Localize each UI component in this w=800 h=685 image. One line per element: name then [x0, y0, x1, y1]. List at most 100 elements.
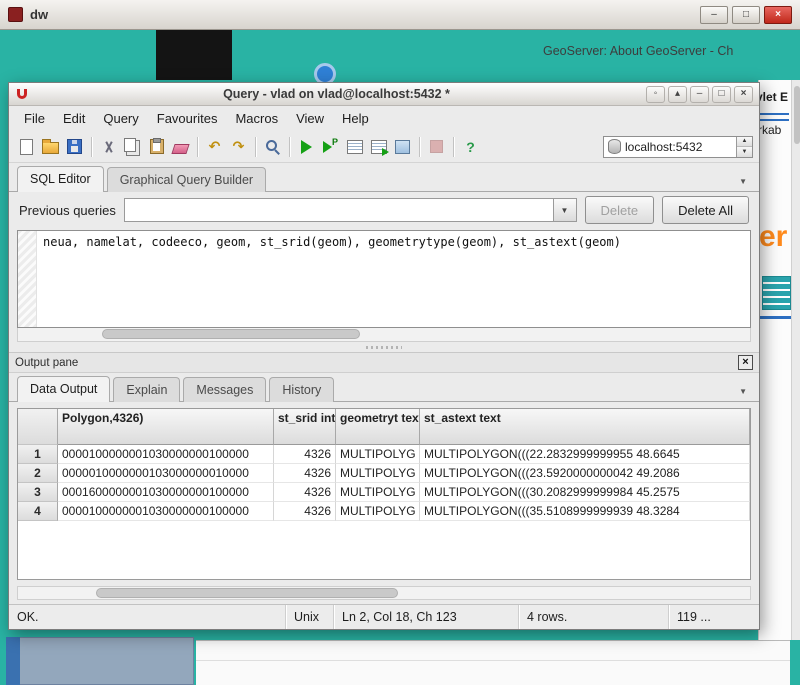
- save-icon[interactable]: [63, 135, 86, 158]
- cell-st-srid[interactable]: 4326: [274, 483, 336, 502]
- previous-queries-combo[interactable]: [124, 198, 577, 222]
- previous-queries-input[interactable]: [125, 199, 553, 221]
- scrollbar-thumb[interactable]: [102, 329, 360, 339]
- redo-icon[interactable]: [227, 135, 250, 158]
- cell-st-srid[interactable]: 4326: [274, 464, 336, 483]
- clear-window-icon[interactable]: [169, 135, 192, 158]
- shade-icon[interactable]: [668, 86, 687, 103]
- chevron-down-icon[interactable]: [739, 172, 747, 187]
- status-cursor-position: Ln 2, Col 18, Ch 123: [334, 605, 519, 629]
- grid-horizontal-scrollbar[interactable]: [17, 586, 751, 600]
- browser-vertical-scrollbar[interactable]: [791, 80, 800, 640]
- macros-icon[interactable]: [391, 135, 414, 158]
- paste-icon[interactable]: [145, 135, 168, 158]
- dw-window-titlebar[interactable]: dw: [0, 0, 800, 30]
- cell-geom[interactable]: 0000100000001030000000100000: [58, 502, 274, 521]
- tab-graphical-query-builder[interactable]: Graphical Query Builder: [107, 167, 266, 192]
- find-icon[interactable]: [261, 135, 284, 158]
- close-icon[interactable]: [764, 6, 792, 24]
- help-icon[interactable]: [459, 135, 482, 158]
- browser-heading-fragment: er: [759, 220, 787, 254]
- row-number[interactable]: 1: [18, 445, 58, 464]
- table-row[interactable]: 2 0000010000000103000000010000 4326 MULT…: [18, 464, 750, 483]
- pane-splitter[interactable]: [9, 342, 759, 352]
- undo-icon[interactable]: [203, 135, 226, 158]
- pin-icon[interactable]: [646, 86, 665, 103]
- cell-geom[interactable]: 0001600000001030000000100000: [58, 483, 274, 502]
- cell-geometrytype[interactable]: MULTIPOLYG: [336, 502, 420, 521]
- scrollbar-thumb[interactable]: [96, 588, 398, 598]
- menu-edit[interactable]: Edit: [54, 108, 94, 129]
- row-number[interactable]: 3: [18, 483, 58, 502]
- chevron-down-icon[interactable]: [553, 199, 576, 221]
- explain-analyze-icon[interactable]: [367, 135, 390, 158]
- grid-header-corner[interactable]: [18, 409, 58, 445]
- spin-down-icon[interactable]: [737, 147, 752, 157]
- menu-favourites[interactable]: Favourites: [148, 108, 227, 129]
- editor-horizontal-scrollbar[interactable]: [17, 328, 751, 342]
- open-file-icon[interactable]: [39, 135, 62, 158]
- menu-macros[interactable]: Macros: [226, 108, 287, 129]
- connection-combo[interactable]: localhost:5432: [603, 136, 753, 158]
- cell-st-astext[interactable]: MULTIPOLYGON(((30.2082999999984 45.2575: [420, 483, 750, 502]
- editor-fold-margin: [18, 231, 37, 327]
- tab-explain[interactable]: Explain: [113, 377, 180, 402]
- execute-query-icon[interactable]: [295, 135, 318, 158]
- cell-st-srid[interactable]: 4326: [274, 502, 336, 521]
- cell-geometrytype[interactable]: MULTIPOLYG: [336, 445, 420, 464]
- browser-text-fragment-link[interactable]: rkab: [758, 123, 781, 137]
- tab-history[interactable]: History: [269, 377, 334, 402]
- cell-geometrytype[interactable]: MULTIPOLYG: [336, 464, 420, 483]
- table-row[interactable]: 1 0000100000001030000000100000 4326 MULT…: [18, 445, 750, 464]
- cell-geom[interactable]: 0000100000001030000000100000: [58, 445, 274, 464]
- query-window-titlebar[interactable]: Query - vlad on vlad@localhost:5432 *: [9, 83, 759, 106]
- close-icon[interactable]: [734, 86, 753, 103]
- table-row[interactable]: 3 0001600000001030000000100000 4326 MULT…: [18, 483, 750, 502]
- grid-header-st-astext[interactable]: st_astext text: [420, 409, 750, 445]
- browser-tab-title[interactable]: GeoServer: About GeoServer - Ch: [543, 44, 733, 58]
- background-dark-region: [156, 30, 232, 80]
- maximize-icon[interactable]: [732, 6, 760, 24]
- splitter-grip[interactable]: [366, 346, 402, 349]
- row-number[interactable]: 4: [18, 502, 58, 521]
- cell-geom[interactable]: 0000010000000103000000010000: [58, 464, 274, 483]
- tab-messages[interactable]: Messages: [183, 377, 266, 402]
- grid-header-st-srid[interactable]: st_srid integer: [274, 409, 336, 445]
- browser-rule-1: [757, 113, 789, 115]
- cell-st-astext[interactable]: MULTIPOLYGON(((22.2832999999955 48.6645: [420, 445, 750, 464]
- minimize-icon[interactable]: [700, 6, 728, 24]
- copy-icon[interactable]: [121, 135, 144, 158]
- tab-sql-editor[interactable]: SQL Editor: [17, 166, 104, 192]
- execute-pgscript-icon[interactable]: [319, 135, 342, 158]
- cut-icon[interactable]: [97, 135, 120, 158]
- status-bar: OK. Unix Ln 2, Col 18, Ch 123 4 rows. 11…: [9, 604, 759, 629]
- scrollbar-thumb[interactable]: [794, 86, 800, 144]
- tab-data-output[interactable]: Data Output: [17, 376, 110, 402]
- maximize-icon[interactable]: [712, 86, 731, 103]
- sql-editor[interactable]: neua, namelat, codeeco, geom, st_srid(ge…: [17, 230, 751, 328]
- grid-header-geometrytype[interactable]: geometryt text: [336, 409, 420, 445]
- delete-button[interactable]: Delete: [585, 196, 655, 224]
- spin-up-icon[interactable]: [737, 137, 752, 148]
- explain-query-icon[interactable]: [343, 135, 366, 158]
- menu-query[interactable]: Query: [94, 108, 147, 129]
- grid-header-geom[interactable]: Polygon,4326): [58, 409, 274, 445]
- table-row[interactable]: 4 0000100000001030000000100000 4326 MULT…: [18, 502, 750, 521]
- new-query-file-icon[interactable]: [15, 135, 38, 158]
- cell-st-astext[interactable]: MULTIPOLYGON(((23.5920000000042 49.2086: [420, 464, 750, 483]
- close-icon[interactable]: [738, 355, 753, 370]
- cell-st-astext[interactable]: MULTIPOLYGON(((35.5108999999939 48.3284: [420, 502, 750, 521]
- background-panel: [6, 637, 194, 685]
- menu-help[interactable]: Help: [333, 108, 378, 129]
- sql-text[interactable]: neua, namelat, codeeco, geom, st_srid(ge…: [43, 235, 621, 249]
- geoserver-logo-fragment: [762, 276, 791, 310]
- row-number[interactable]: 2: [18, 464, 58, 483]
- cell-geometrytype[interactable]: MULTIPOLYG: [336, 483, 420, 502]
- cell-st-srid[interactable]: 4326: [274, 445, 336, 464]
- delete-all-button[interactable]: Delete All: [662, 196, 749, 224]
- chevron-down-icon[interactable]: [739, 382, 747, 397]
- cancel-query-icon[interactable]: [425, 135, 448, 158]
- minimize-icon[interactable]: [690, 86, 709, 103]
- menu-view[interactable]: View: [287, 108, 333, 129]
- menu-file[interactable]: File: [15, 108, 54, 129]
